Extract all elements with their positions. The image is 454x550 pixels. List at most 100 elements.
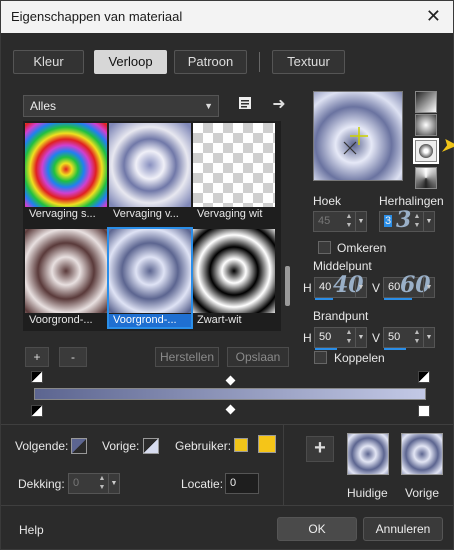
gallery-item[interactable]: Voorgrond-... — [25, 229, 107, 327]
bottom-left-stop-icon[interactable] — [31, 405, 43, 417]
tab-textuur[interactable]: Textuur — [272, 50, 345, 74]
focal-v-bar — [384, 348, 406, 350]
gradient-thumbnail — [193, 229, 275, 313]
user-color-swatch-2[interactable] — [258, 435, 276, 453]
user-label: Gebruiker: — [175, 439, 232, 453]
center-v-spinner[interactable]: 60 60 ▼ — [383, 272, 435, 300]
gradient-style-sunburst-icon[interactable] — [415, 167, 437, 189]
chevron-down-icon[interactable]: ▼ — [423, 212, 434, 231]
current-label: Huidige — [347, 486, 388, 500]
next-label: Volgende: — [15, 439, 69, 453]
gradient-style-radial-icon[interactable] — [413, 138, 439, 164]
current-gradient-thumbnail[interactable] — [347, 433, 389, 475]
center-label: Middelpunt — [313, 259, 372, 273]
invert-label: Omkeren — [337, 241, 387, 255]
gradient-thumbnail — [193, 123, 275, 207]
gradient-gallery: Vervaging s... Vervaging v... Vervaging … — [23, 121, 281, 331]
chevron-down-icon[interactable]: ▼ — [355, 212, 366, 231]
center-v-bar — [384, 298, 412, 300]
tab-verloop[interactable]: Verloop — [94, 50, 167, 74]
gallery-item[interactable]: Vervaging s... — [25, 123, 107, 221]
center-h-spinner[interactable]: 40 40 ▼ — [314, 272, 367, 300]
gallery-view-icon[interactable] — [235, 95, 255, 115]
divider — [1, 505, 453, 506]
chevron-down-icon[interactable]: ▼ — [355, 328, 366, 347]
angle-label: Hoek — [313, 194, 342, 208]
arrow-right-icon[interactable]: ➜ — [269, 95, 289, 115]
chevron-down-icon[interactable]: ▼ — [108, 474, 119, 493]
focal-h-spinner[interactable]: 50 ▲ ▼ ▼ — [314, 327, 367, 350]
color-midpoint-marker[interactable] — [225, 404, 236, 415]
title-bar: Eigenschappen van materiaal ✕ — [1, 1, 453, 33]
repeats-label: Herhalingen — [379, 194, 444, 208]
angle-spinner[interactable]: 45 ▲ ▼ ▼ — [313, 211, 367, 232]
category-dropdown[interactable]: Alles ▼ — [23, 95, 219, 117]
chevron-down-icon[interactable]: ▼ — [423, 278, 434, 297]
top-left-stop-icon[interactable] — [31, 371, 43, 383]
spin-arrows-icon[interactable]: ▲ ▼ — [344, 212, 354, 231]
save-button[interactable]: Opslaan — [227, 347, 289, 367]
chevron-down-icon: ▼ — [204, 101, 213, 111]
gallery-item[interactable]: Zwart-wit — [193, 229, 275, 327]
gallery-item-label: Voorgrond-... — [29, 314, 93, 326]
opacity-spinner[interactable]: 0 ▲ ▼ ▼ — [68, 473, 120, 494]
opacity-value: 0 — [73, 477, 80, 489]
reset-button[interactable]: Herstellen — [155, 347, 219, 367]
invert-checkbox[interactable] — [318, 241, 331, 254]
opacity-label: Dekking: — [18, 477, 65, 491]
spin-arrows-icon[interactable]: ▲ ▼ — [97, 474, 107, 493]
gradient-thumbnail — [109, 123, 191, 207]
gallery-item-label: Vervaging s... — [29, 208, 96, 220]
radial-swatch — [419, 144, 433, 158]
center-h-bar — [315, 298, 333, 300]
gradient-bar[interactable] — [34, 388, 426, 400]
chevron-down-icon[interactable]: ▼ — [423, 328, 434, 347]
category-value: Alles — [30, 99, 57, 113]
help-link[interactable]: Help — [19, 523, 44, 537]
center-v-value: 60 — [388, 281, 401, 293]
gallery-item-label: Vervaging wit — [197, 208, 263, 220]
top-right-stop-icon[interactable] — [418, 371, 430, 383]
focal-h-value: 50 — [319, 331, 332, 343]
focal-label: Brandpunt — [313, 309, 369, 323]
focal-v-spinner[interactable]: 50 ▲ ▼ ▼ — [383, 327, 435, 350]
add-stop-button[interactable]: + — [25, 347, 49, 367]
location-input[interactable]: 0 — [225, 473, 259, 494]
cancel-button[interactable]: Annuleren — [363, 517, 443, 541]
location-value: 0 — [230, 477, 237, 489]
link-label: Koppelen — [334, 351, 385, 365]
add-to-swatches-button[interactable]: + — [306, 436, 334, 462]
opacity-midpoint-marker[interactable] — [225, 375, 236, 386]
gradient-preview[interactable] — [313, 91, 403, 181]
center-h-value: 40 — [319, 281, 332, 293]
user-color-swatch-1[interactable] — [234, 438, 248, 452]
ok-button[interactable]: OK — [277, 517, 357, 541]
location-label: Locatie: — [181, 477, 224, 491]
spin-arrows-icon[interactable]: ▲ ▼ — [412, 212, 422, 231]
tab-separator — [259, 52, 260, 72]
prev-swatch-icon[interactable] — [143, 438, 159, 454]
gradient-style-linear-icon[interactable] — [415, 91, 437, 113]
tab-kleur[interactable]: Kleur — [13, 50, 84, 74]
gallery-scrollbar[interactable] — [282, 121, 292, 331]
gradient-style-rectangular-icon[interactable] — [415, 114, 437, 136]
scrollbar-thumb[interactable] — [285, 266, 290, 306]
gallery-item[interactable]: Vervaging v... — [109, 123, 191, 221]
link-checkbox[interactable] — [314, 351, 327, 364]
gallery-item-label: Voorgrond-... — [109, 314, 191, 327]
previous-gradient-thumbnail[interactable] — [401, 433, 443, 475]
close-icon[interactable]: ✕ — [426, 6, 441, 27]
spin-arrows-icon[interactable]: ▲ ▼ — [344, 328, 354, 347]
tab-patroon[interactable]: Patroon — [174, 50, 247, 74]
chevron-down-icon[interactable]: ▼ — [355, 278, 366, 297]
gallery-item-selected[interactable]: Voorgrond-... — [107, 227, 193, 329]
next-swatch-icon[interactable] — [71, 438, 87, 454]
remove-stop-button[interactable]: - — [59, 347, 87, 367]
spin-arrows-icon[interactable]: ▲ ▼ — [412, 328, 422, 347]
bottom-right-stop-icon[interactable] — [418, 405, 430, 417]
repeats-spinner[interactable]: 3 3 ▲ ▼ ▼ — [379, 207, 435, 233]
prev-label: Vorige: — [102, 439, 140, 453]
angle-value: 45 — [318, 215, 331, 227]
center-v-label: V — [372, 281, 381, 295]
gallery-item[interactable]: Vervaging wit — [193, 123, 275, 221]
